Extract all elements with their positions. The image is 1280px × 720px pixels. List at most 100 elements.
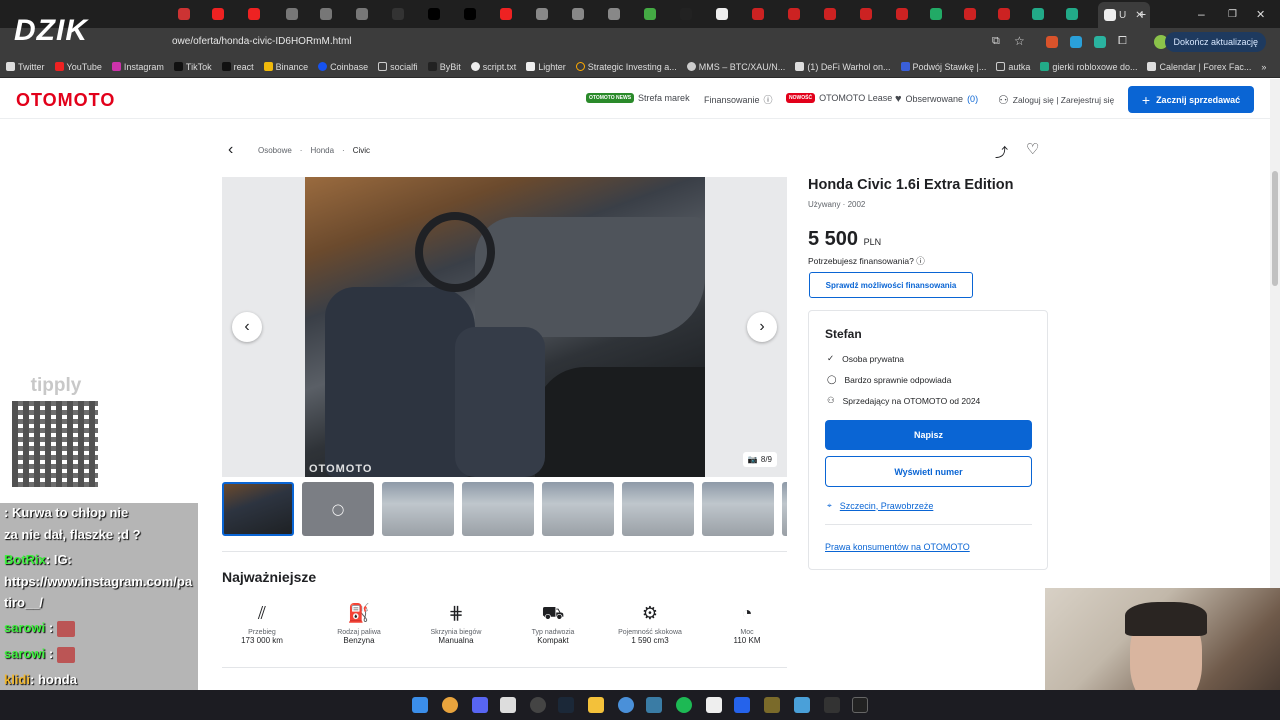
tab[interactable] (644, 4, 656, 24)
bookmark-folder[interactable]: socialfi (378, 62, 418, 72)
app-icon[interactable] (734, 697, 750, 713)
tab[interactable] (896, 4, 908, 24)
thumbnail-video[interactable]: ◯ (302, 482, 374, 536)
bookmark-calendar[interactable]: Calendar | Forex Fac... (1147, 62, 1251, 72)
main-photo[interactable]: OTOMOTO (305, 177, 705, 477)
tab[interactable] (860, 4, 872, 24)
steam-icon[interactable] (558, 697, 574, 713)
tab[interactable] (680, 4, 692, 24)
tab[interactable] (356, 4, 368, 24)
back-arrow-icon[interactable]: ‹ (228, 141, 233, 159)
tab[interactable] (536, 4, 548, 24)
terminal-icon[interactable] (852, 697, 868, 713)
update-button[interactable]: Dokończ aktualizację (1165, 32, 1266, 52)
app-icon[interactable] (500, 697, 516, 713)
extensions-puzzle-icon[interactable]: ⧠ (1118, 35, 1127, 48)
bookmark-react[interactable]: react (221, 62, 254, 72)
notepad-icon[interactable] (794, 697, 810, 713)
consumer-rights-link[interactable]: Prawa konsumentów na OTOMOTO (825, 542, 970, 552)
bookmark-autka[interactable]: autka (996, 62, 1030, 72)
tab[interactable] (824, 4, 836, 24)
spotify-icon[interactable] (676, 697, 692, 713)
bookmark-coinbase[interactable]: Coinbase (318, 62, 368, 72)
write-message-button[interactable]: Napisz (825, 420, 1032, 450)
bookmark-script[interactable]: script.txt (470, 62, 516, 72)
breadcrumb-osobowe[interactable]: Osobowe (258, 146, 292, 155)
thumbnail[interactable] (782, 482, 787, 536)
app-icon[interactable] (646, 697, 662, 713)
breadcrumb-honda[interactable]: Honda (310, 146, 334, 155)
breadcrumb-civic[interactable]: Civic (353, 146, 370, 155)
tab[interactable] (392, 4, 404, 24)
extension-icon[interactable] (1070, 36, 1082, 48)
maximize-icon[interactable]: ❐ (1228, 4, 1237, 24)
tab[interactable] (788, 4, 800, 24)
extension-icon[interactable] (1094, 36, 1106, 48)
tab[interactable] (608, 4, 620, 24)
tab[interactable] (752, 4, 764, 24)
tab[interactable] (212, 4, 224, 24)
next-photo-button[interactable]: › (747, 312, 777, 342)
app-icon[interactable] (824, 697, 840, 713)
app-icon[interactable] (618, 697, 634, 713)
extension-icon[interactable] (1046, 36, 1058, 48)
tab[interactable] (930, 4, 942, 24)
tab[interactable] (286, 4, 298, 24)
obserwowane-link[interactable]: ♥ Obserwowane (0) (895, 93, 978, 105)
bookmark-star-icon[interactable]: ☆ (1014, 34, 1025, 48)
bookmark-twitter[interactable]: Twitter (6, 62, 45, 72)
app-icon[interactable] (764, 697, 780, 713)
url-field[interactable]: owe/oferta/honda-civic-ID6HORmM.html (172, 33, 982, 51)
favorite-heart-icon[interactable]: ♡ (1026, 140, 1039, 158)
bookmark-defi[interactable]: (1) DeFi Warhol on... (795, 62, 891, 72)
bookmark-podwoj[interactable]: Podwój Stawkę |... (900, 62, 986, 72)
bookmark-binance[interactable]: Binance (263, 62, 308, 72)
bookmark-youtube[interactable]: YouTube (54, 62, 102, 72)
start-selling-button[interactable]: + Zacznij sprzedawać (1128, 86, 1254, 113)
tab[interactable] (1066, 4, 1078, 24)
thumbnail[interactable] (702, 482, 774, 536)
tab[interactable] (464, 4, 476, 24)
bookmark-gierki[interactable]: gierki robloxowe do... (1040, 62, 1137, 72)
thumbnail[interactable] (622, 482, 694, 536)
chrome-icon[interactable] (442, 697, 458, 713)
app-icon[interactable] (530, 697, 546, 713)
thumbnail[interactable] (222, 482, 294, 536)
windows-start-icon[interactable] (412, 697, 428, 713)
discord-icon[interactable] (472, 697, 488, 713)
check-financing-button[interactable]: Sprawdź możliwości finansowania (809, 272, 973, 298)
tab[interactable] (964, 4, 976, 24)
prev-photo-button[interactable]: ‹ (232, 312, 262, 342)
bookmark-lighter[interactable]: Lighter (526, 62, 566, 72)
share-icon[interactable]: ⤴ (995, 142, 1008, 161)
tab[interactable] (500, 4, 512, 24)
more-bookmarks-icon[interactable]: » (1261, 62, 1266, 72)
lease-link[interactable]: NOWOŚĆ OTOMOTO Lease (786, 93, 892, 103)
show-number-button[interactable]: Wyświetl numer (825, 456, 1032, 487)
folder-icon[interactable] (588, 697, 604, 713)
minimize-icon[interactable]: – (1198, 4, 1205, 24)
tab[interactable] (320, 4, 332, 24)
bookmark-mms[interactable]: MMS – BTC/XAU/N... (686, 62, 785, 72)
tab[interactable] (248, 4, 260, 24)
thumbnail[interactable] (462, 482, 534, 536)
scrollbar-thumb[interactable] (1272, 171, 1278, 286)
finansowanie-link[interactable]: Finansowanie ⓘ (704, 93, 773, 106)
bookmark-tiktok[interactable]: TikTok (173, 62, 212, 72)
tab[interactable] (428, 4, 440, 24)
otomoto-logo[interactable]: OTOMOTO (16, 90, 115, 111)
tab[interactable] (998, 4, 1010, 24)
location-link[interactable]: Szczecin, Prawobrzeże (840, 501, 934, 511)
new-tab-icon[interactable]: + (1138, 4, 1146, 24)
tab[interactable] (1032, 4, 1044, 24)
close-window-icon[interactable]: ✕ (1256, 4, 1265, 24)
info-icon[interactable]: ⓘ (916, 256, 925, 266)
tab[interactable] (178, 4, 190, 24)
strefa-marek-link[interactable]: OTOMOTO NEWS Strefa marek (586, 93, 690, 103)
bookmark-instagram[interactable]: Instagram (111, 62, 164, 72)
tab[interactable] (572, 4, 584, 24)
thumbnail[interactable] (542, 482, 614, 536)
tab[interactable] (716, 4, 728, 24)
install-icon[interactable]: ⧉ (992, 35, 1000, 48)
app-icon[interactable] (706, 697, 722, 713)
